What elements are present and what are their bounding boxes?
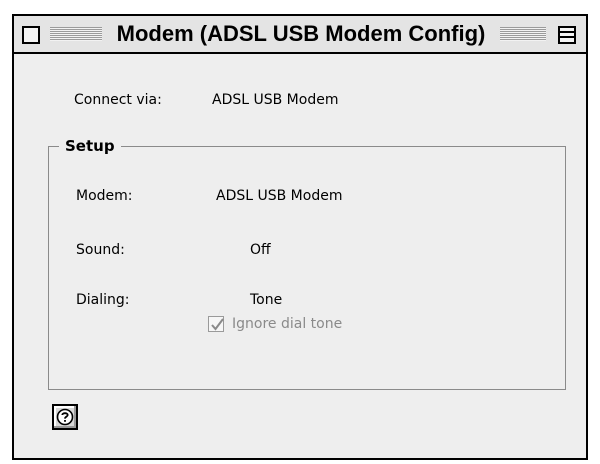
window-title: Modem (ADSL USB Modem Config) xyxy=(116,21,486,46)
title-bar-stripes-left xyxy=(50,27,102,41)
zoom-box-bar xyxy=(560,36,574,38)
modem-label: Modem: xyxy=(76,188,133,204)
title-bar[interactable]: Modem (ADSL USB Modem Config) xyxy=(14,16,586,54)
modem-value[interactable]: ADSL USB Modem xyxy=(216,188,342,204)
modem-config-window: Modem (ADSL USB Modem Config) Connect vi… xyxy=(12,14,588,460)
setup-group-title: Setup xyxy=(59,137,121,155)
dialing-label: Dialing: xyxy=(76,292,130,308)
setup-group: Setup xyxy=(48,137,566,390)
connect-via-label: Connect via: xyxy=(74,92,162,108)
zoom-box-bar xyxy=(560,31,574,33)
help-icon xyxy=(56,408,74,426)
close-box-icon[interactable] xyxy=(22,26,40,44)
zoom-box-icon[interactable] xyxy=(558,26,576,44)
window-content: Connect via: ADSL USB Modem Setup Modem:… xyxy=(14,54,586,458)
sound-value[interactable]: Off xyxy=(250,242,271,258)
sound-label: Sound: xyxy=(76,242,125,258)
help-button[interactable] xyxy=(52,404,78,430)
ignore-dial-tone-label[interactable]: Ignore dial tone xyxy=(232,316,342,332)
checkmark-icon xyxy=(211,318,224,331)
connect-via-value[interactable]: ADSL USB Modem xyxy=(212,92,338,108)
dialing-value[interactable]: Tone xyxy=(250,292,282,308)
title-bar-stripes-right xyxy=(500,27,546,41)
ignore-dial-tone-checkbox[interactable] xyxy=(208,316,224,332)
